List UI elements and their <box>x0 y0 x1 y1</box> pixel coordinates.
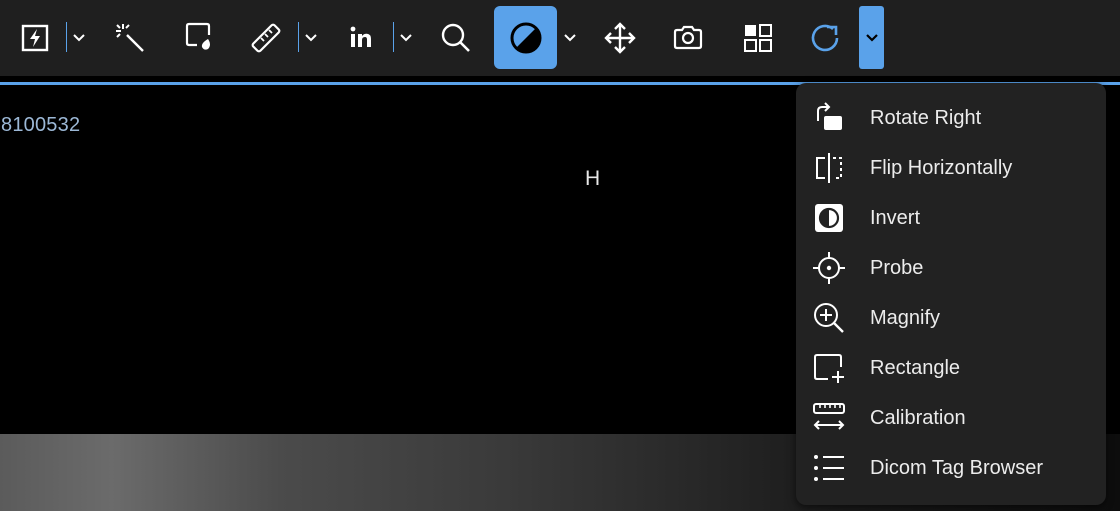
search-icon <box>441 23 470 52</box>
ruler-button[interactable] <box>244 6 288 69</box>
menu-item-label: Probe <box>870 256 924 279</box>
reset-icon <box>811 24 839 51</box>
layout-button[interactable] <box>736 6 780 69</box>
menu-item-calibration[interactable]: Calibration <box>796 394 1106 442</box>
more-tools-menu: Rotate Right Flip Horizontally Invert Pr… <box>796 83 1106 505</box>
chevron-down-icon <box>400 33 412 41</box>
menu-item-label: Calibration <box>870 406 966 429</box>
separator <box>298 22 299 52</box>
camera-icon <box>673 25 703 49</box>
probe-icon <box>812 251 846 285</box>
lightning-icon <box>21 24 49 51</box>
move-button[interactable] <box>598 6 642 69</box>
chevron-down-icon <box>73 33 85 41</box>
move-icon <box>604 21 636 54</box>
rotate-right-icon <box>812 101 846 135</box>
magic-wand-icon <box>116 23 144 52</box>
chevron-down-icon <box>865 33 878 42</box>
reset-button[interactable] <box>804 6 848 69</box>
menu-item-label: Invert <box>870 206 921 229</box>
flip-horizontal-icon <box>812 151 846 185</box>
menu-item-magnify[interactable]: Magnify <box>796 294 1106 342</box>
linkedin-dropdown[interactable] <box>395 6 417 69</box>
linkedin-icon <box>350 26 371 47</box>
menu-item-rotate-right[interactable]: Rotate Right <box>796 94 1106 142</box>
menu-item-label: Rotate Right <box>870 106 982 129</box>
menu-item-dicom-tag-browser[interactable]: Dicom Tag Browser <box>796 444 1106 492</box>
orientation-marker: H <box>585 167 601 190</box>
search-button[interactable] <box>434 6 478 69</box>
menu-item-probe[interactable]: Probe <box>796 244 1106 292</box>
magic-wand-button[interactable] <box>108 6 152 69</box>
menu-item-label: Flip Horizontally <box>870 156 1013 179</box>
lightning-button[interactable] <box>14 6 56 69</box>
lightning-dropdown[interactable] <box>68 6 90 69</box>
chevron-down-icon <box>564 33 576 41</box>
contrast-dropdown[interactable] <box>559 6 581 69</box>
calibration-icon <box>812 401 846 435</box>
more-tools-dropdown[interactable] <box>859 6 884 69</box>
menu-item-label: Magnify <box>870 306 941 329</box>
invert-icon <box>812 201 846 235</box>
menu-item-invert[interactable]: Invert <box>796 194 1106 242</box>
contrast-icon <box>510 22 541 53</box>
rectangle-icon <box>812 351 846 385</box>
ruler-dropdown[interactable] <box>300 6 322 69</box>
separator <box>393 22 394 52</box>
chevron-down-icon <box>305 33 317 41</box>
list-icon <box>812 451 846 485</box>
contrast-button[interactable] <box>494 6 557 69</box>
separator <box>66 22 67 52</box>
camera-button[interactable] <box>666 6 710 69</box>
menu-item-label: Dicom Tag Browser <box>870 456 1044 479</box>
patient-id-overlay: 8100532 <box>1 114 81 136</box>
menu-item-rectangle[interactable]: Rectangle <box>796 344 1106 392</box>
annotation-icon <box>185 22 211 50</box>
annotation-button[interactable] <box>176 6 220 69</box>
toolbar <box>0 0 1120 76</box>
menu-item-label: Rectangle <box>870 356 961 379</box>
ruler-icon <box>251 23 281 52</box>
magnify-icon <box>812 301 846 335</box>
menu-item-flip-horizontally[interactable]: Flip Horizontally <box>796 144 1106 192</box>
layout-icon <box>744 23 772 52</box>
linkedin-button[interactable] <box>340 6 382 69</box>
